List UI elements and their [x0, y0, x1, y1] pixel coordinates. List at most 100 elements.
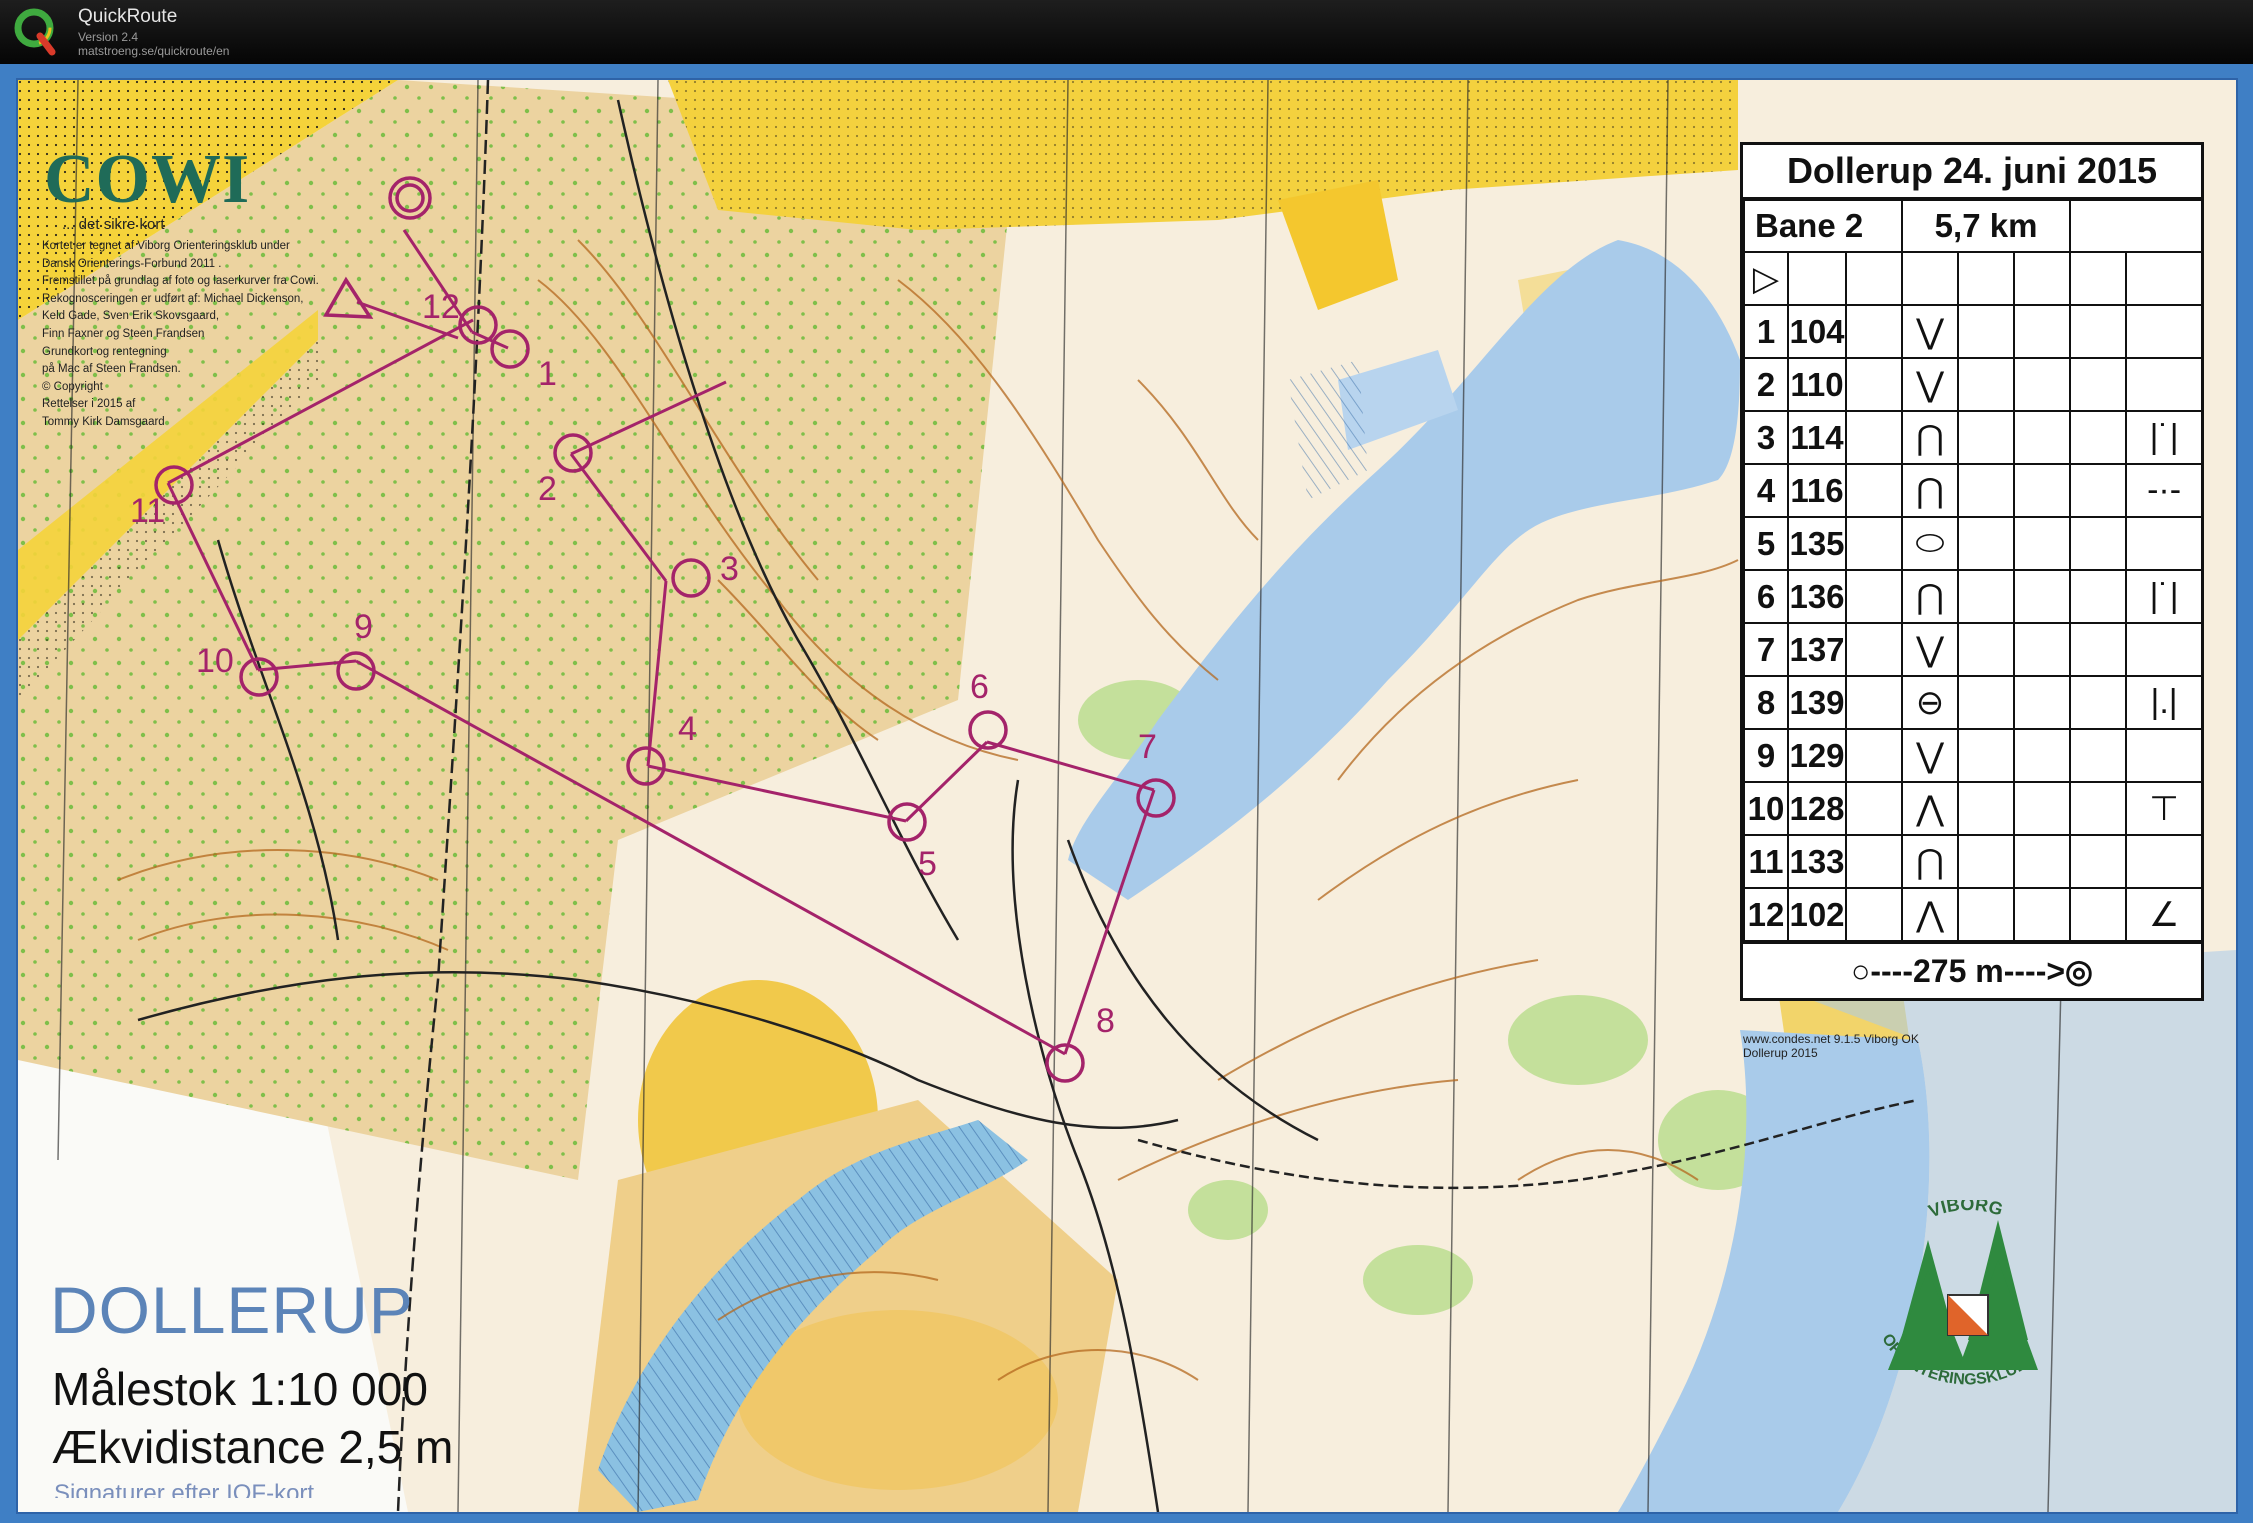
control-number: 12	[1743, 887, 1789, 942]
control-code: 104	[1787, 304, 1847, 359]
control-number: 7	[1743, 622, 1789, 677]
control-label-8: 8	[1096, 1002, 1115, 1040]
control-label-4: 4	[678, 710, 697, 748]
control-row: 12 102 ⋀ ∠	[1743, 887, 2204, 942]
control-label-1: 1	[538, 355, 557, 393]
feature-icon: ⋂	[1901, 569, 1960, 624]
credit-line: Rekognosceringen er udført af: Michael D…	[42, 292, 304, 305]
control-row: 3 114 ⋂ |˙|	[1743, 410, 2204, 465]
control-row: 10 128 ⋀ ⊤	[1743, 781, 2204, 836]
feature-icon: ⋂	[1901, 463, 1960, 518]
map-title: DOLLERUP	[50, 1273, 414, 1347]
course-header-row: Bane 2 5,7 km	[1742, 199, 2204, 253]
control-number: 1	[1743, 304, 1789, 359]
control-row: 2 110 ⋁	[1743, 357, 2204, 412]
control-row: 1 104 ⋁	[1743, 304, 2204, 359]
control-description-sheet: Dollerup 24. juni 2015 Bane 2 5,7 km ▷ 1…	[1740, 142, 2204, 1001]
control-label-12: 12	[422, 288, 460, 326]
condes-credit: www.condes.net 9.1.5 Viborg OK Dollerup …	[1743, 1032, 1919, 1060]
course-name: Bane 2	[1742, 199, 1904, 253]
control-row: 8 139 ⊖ |.|	[1743, 675, 2204, 730]
condes-credit-line: www.condes.net 9.1.5 Viborg OK	[1743, 1032, 1919, 1046]
vegetation-green	[1188, 1180, 1268, 1240]
quickroute-logo-icon	[14, 8, 56, 56]
detail-icon: -·-	[2125, 463, 2204, 518]
control-code: 133	[1787, 834, 1847, 889]
detail-icon	[2125, 516, 2204, 571]
viborg-club-logo-icon: VIBORG ORIENTERINGSKLUB	[1878, 1200, 2038, 1388]
map-credits: Kortet er tegnet af Viborg Orienteringsk…	[42, 238, 342, 432]
detail-icon: |.|	[2125, 675, 2204, 730]
control-label-11: 11	[130, 492, 166, 530]
credit-line: Dansk Orienterings-Forbund 2011 .	[42, 257, 222, 270]
control-code: 137	[1787, 622, 1847, 677]
control-label-6: 6	[970, 668, 989, 706]
detail-icon	[2125, 834, 2204, 889]
control-number: 11	[1743, 834, 1789, 889]
feature-icon: ⋀	[1901, 887, 1960, 942]
control-row: 5 135 ⬭	[1743, 516, 2204, 571]
control-code: 135	[1787, 516, 1847, 571]
control-label-3: 3	[720, 550, 739, 588]
detail-icon	[2125, 357, 2204, 412]
cowi-tagline: ... det sikre kort	[62, 216, 165, 233]
feature-icon: ⊖	[1901, 675, 1960, 730]
credit-line: © Copyright	[42, 380, 103, 393]
control-code: 116	[1787, 463, 1847, 518]
map-scale: Målestok 1:10 000	[52, 1363, 428, 1415]
control-number: 8	[1743, 675, 1789, 730]
control-row: 6 136 ⋂ |˙|	[1743, 569, 2204, 624]
control-row: 4 116 ⋂ -·-	[1743, 463, 2204, 518]
control-number: 5	[1743, 516, 1789, 571]
app-version: Version 2.4	[78, 30, 139, 44]
control-number: 10	[1743, 781, 1789, 836]
control-code: 136	[1787, 569, 1847, 624]
control-label-9: 9	[354, 608, 373, 646]
control-number: 3	[1743, 410, 1789, 465]
detail-icon	[2125, 304, 2204, 359]
control-label-5: 5	[918, 845, 937, 883]
control-code: 110	[1787, 357, 1847, 412]
feature-icon: ⬭	[1901, 516, 1960, 571]
condes-credit-line: Dollerup 2015	[1743, 1046, 1818, 1060]
control-code: 139	[1787, 675, 1847, 730]
credit-line: Grundkort og rentegning	[42, 345, 167, 358]
feature-icon: ⋁	[1901, 622, 1960, 677]
app-name: QuickRoute	[78, 6, 178, 27]
credit-line: Tommy Kirk Damsgaard	[42, 415, 165, 428]
detail-icon	[2125, 728, 2204, 783]
symbol-standard-text: Signaturer efter IOF-kort	[54, 1480, 315, 1498]
course-length: 5,7 km	[1901, 199, 2072, 253]
feature-icon: ⋀	[1901, 781, 1960, 836]
club-name-top: VIBORG	[1926, 1200, 2006, 1221]
start-triangle-icon: ▷	[1743, 251, 1789, 306]
control-row: 7 137 ⋁	[1743, 622, 2204, 677]
control-label-2: 2	[538, 470, 557, 508]
detail-icon: ∠	[2125, 887, 2204, 942]
finish-distance: ○----275 m---->◎	[1743, 942, 2201, 998]
credit-line: Kortet er tegnet af Viborg Orienteringsk…	[42, 240, 290, 252]
detail-icon	[2125, 622, 2204, 677]
map-paper[interactable]: 1 2 3 4 5 6 7 8 9 10 11 12 COWI ... det …	[16, 78, 2238, 1514]
detail-icon: |˙|	[2125, 410, 2204, 465]
credit-line: Fremstillet på grundlag af foto og laser…	[42, 275, 319, 288]
description-table: Bane 2 5,7 km ▷ 1 104 ⋁ 2 110 ⋁ 3 114 ⋂ |˙| 4 11…	[1742, 199, 2204, 942]
control-number: 2	[1743, 357, 1789, 412]
feature-icon: ⋁	[1901, 728, 1960, 783]
credit-line: Rettelser i 2015 af	[42, 398, 136, 411]
start-row: ▷	[1743, 251, 2204, 306]
control-row: 11 133 ⋂	[1743, 834, 2204, 889]
app-url: matstroeng.se/quickroute/en	[78, 44, 230, 58]
control-row: 9 129 ⋁	[1743, 728, 2204, 783]
control-code: 128	[1787, 781, 1847, 836]
control-code: 114	[1787, 410, 1847, 465]
credit-line: Finn Faxner og Steen Frandsen	[42, 327, 205, 340]
detail-icon: ⊤	[2125, 781, 2204, 836]
title-bar: QuickRoute Version 2.4 matstroeng.se/qui…	[0, 0, 2253, 64]
cowi-logo: COWI	[44, 141, 251, 218]
credit-line: på Mac af Steen Frandsen.	[42, 363, 181, 376]
vegetation-green	[1508, 995, 1648, 1085]
event-title: Dollerup 24. juni 2015	[1743, 145, 2201, 199]
control-label-10: 10	[196, 642, 234, 680]
control-label-7: 7	[1138, 728, 1157, 766]
